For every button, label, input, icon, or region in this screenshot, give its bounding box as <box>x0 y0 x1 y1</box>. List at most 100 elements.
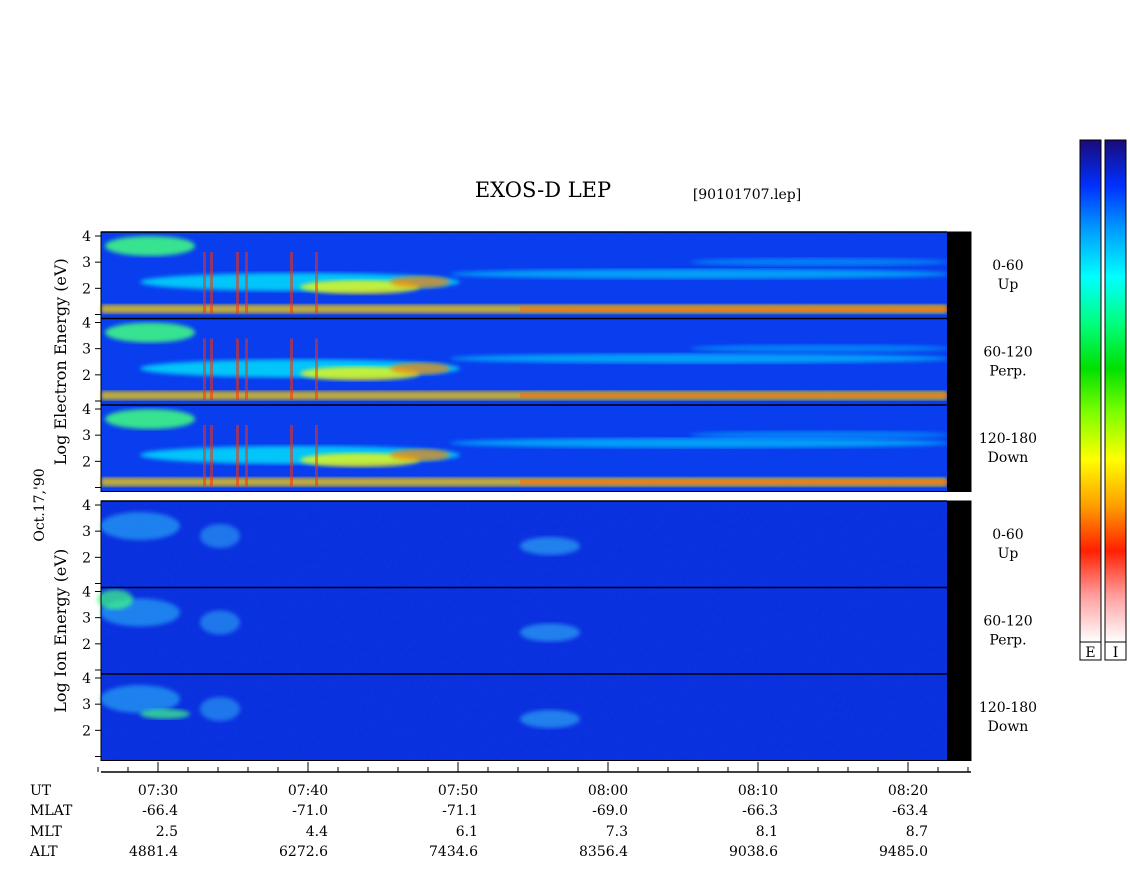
figure-title: EXOS-D LEP <box>475 178 611 202</box>
time-axis: UT MLAT MLT ALT 07:30 -66.4 2.5 4881.4 07:40 -71.… <box>29 762 971 860</box>
burst-stripe <box>315 425 318 487</box>
burst-stripe <box>315 252 318 314</box>
pitch-angle-label-line: Up <box>998 277 1019 293</box>
colorbar-i <box>1104 139 1127 643</box>
pitch-angle-label-line: 60-120 <box>983 614 1032 630</box>
y-tick-label: 3 <box>82 524 91 540</box>
x-tick-value: -63.4 <box>892 803 928 819</box>
burst-stripe <box>210 252 213 314</box>
x-tick-value: 9038.6 <box>729 844 778 860</box>
colorbar-label: I <box>1113 645 1119 661</box>
y-tick-label: 4 <box>82 402 91 418</box>
no-data-region <box>947 405 971 492</box>
y-axis: 2 3 4 <box>82 671 101 757</box>
x-tick-value: 7.3 <box>606 824 628 840</box>
panel-ion-2: 2 3 4 <box>82 585 971 674</box>
spectrogram-figure: EXOS-D LEP [90101707.lep] 2 3 4 2 3 4 2 3 4 2 3 4 2 3… <box>29 139 1127 860</box>
burst-stripe <box>315 338 318 400</box>
pitch-angle-label-line: 0-60 <box>992 258 1023 274</box>
spectral-feature <box>100 512 180 540</box>
y-axis-labels: Log Electron Energy (eV) Log Ion Energy (… <box>51 258 70 712</box>
x-tick-value: 6.1 <box>456 824 478 840</box>
spectral-feature <box>390 449 450 461</box>
panel-ion-1: 2 3 4 <box>82 498 971 588</box>
y-tick-label: 4 <box>82 229 91 245</box>
spectral-feature <box>140 709 190 719</box>
spectral-feature <box>105 236 195 256</box>
x-tick-value: -71.0 <box>292 803 328 819</box>
x-tick-value: -66.4 <box>142 803 178 819</box>
x-row-label: UT <box>30 783 52 799</box>
spectral-feature <box>200 610 240 635</box>
pitch-angle-label: 0-60 Up <box>992 527 1023 562</box>
x-tick-value: 07:50 <box>438 783 478 799</box>
pitch-angle-label-line: Up <box>998 546 1019 562</box>
colorbars: EI <box>1079 139 1127 661</box>
y-axis: 2 3 4 <box>82 316 101 402</box>
no-data-region <box>947 318 971 405</box>
spectral-feature <box>390 276 450 288</box>
x-tick-value: -71.1 <box>442 803 478 819</box>
x-row-label: ALT <box>29 844 58 860</box>
burst-stripe <box>203 425 206 487</box>
panel-electron-3: 2 3 4 <box>82 402 971 492</box>
y-tick-label: 4 <box>82 316 91 332</box>
no-data-region <box>947 674 971 761</box>
x-tick-value: 4881.4 <box>129 844 178 860</box>
pitch-angle-label-line: Perp. <box>989 633 1026 649</box>
y-tick-label: 2 <box>82 454 91 470</box>
no-data-region <box>947 501 971 588</box>
pitch-angle-label: 120-180 Down <box>979 431 1037 466</box>
file-label: [90101707.lep] <box>693 187 801 203</box>
burst-stripe <box>210 425 213 487</box>
spectral-feature <box>105 322 195 343</box>
y-tick-label: 3 <box>82 428 91 444</box>
y-tick-label: 2 <box>82 281 91 297</box>
low-energy-band-core <box>520 393 947 398</box>
spectral-feature <box>97 589 133 610</box>
spectral-feature <box>450 353 950 364</box>
y-axis: 2 3 4 <box>82 229 101 315</box>
y-tick-label: 3 <box>82 697 91 713</box>
x-tick-value: 2.5 <box>156 824 178 840</box>
y-axis: 2 3 4 <box>82 402 101 488</box>
pitch-angle-label: 120-180 Down <box>979 700 1037 735</box>
pitch-angle-label-line: Down <box>988 450 1029 466</box>
x-tick-value: 08:20 <box>888 783 928 799</box>
y-tick-label: 2 <box>82 723 91 739</box>
burst-stripe <box>245 338 248 400</box>
spectral-feature <box>690 258 950 266</box>
x-tick-value: -69.0 <box>592 803 628 819</box>
y-axis-label-electron: Log Electron Energy (eV) <box>51 258 70 465</box>
x-tick-value: 4.4 <box>306 824 328 840</box>
y-tick-label: 2 <box>82 368 91 384</box>
pitch-angle-label-line: Down <box>988 719 1029 735</box>
colorbar-label: E <box>1085 645 1095 661</box>
y-axis-label-ion: Log Ion Energy (eV) <box>51 549 70 713</box>
y-tick-label: 3 <box>82 611 91 627</box>
spectral-feature <box>690 344 950 353</box>
x-tick-value: -66.3 <box>742 803 778 819</box>
spectral-feature <box>450 269 950 279</box>
y-tick-label: 3 <box>82 342 91 358</box>
panel-electron-2: 2 3 4 <box>82 316 971 405</box>
date-label: Oct.17,'90 <box>32 468 48 541</box>
panel-ion-3: 2 3 4 <box>82 671 971 761</box>
pitch-angle-label: 60-120 Perp. <box>983 614 1032 649</box>
pitch-angle-label-line: 60-120 <box>983 345 1032 361</box>
y-tick-label: 4 <box>82 498 91 514</box>
pitch-angle-label: 0-60 Up <box>992 258 1023 293</box>
spectral-feature <box>450 438 950 448</box>
x-tick-value: 08:10 <box>738 783 778 799</box>
x-tick-value: 07:30 <box>138 783 178 799</box>
x-row-label: MLAT <box>30 803 73 819</box>
burst-stripe <box>203 338 206 400</box>
panel-electron-1: 2 3 4 <box>82 229 971 319</box>
colorbar-e <box>1079 139 1102 643</box>
burst-stripe <box>290 425 293 487</box>
y-axis: 2 3 4 <box>82 498 101 584</box>
no-data-region <box>947 587 971 674</box>
x-tick-value: 9485.0 <box>879 844 928 860</box>
burst-stripe <box>290 252 293 314</box>
x-tick-value: 8.7 <box>906 824 928 840</box>
